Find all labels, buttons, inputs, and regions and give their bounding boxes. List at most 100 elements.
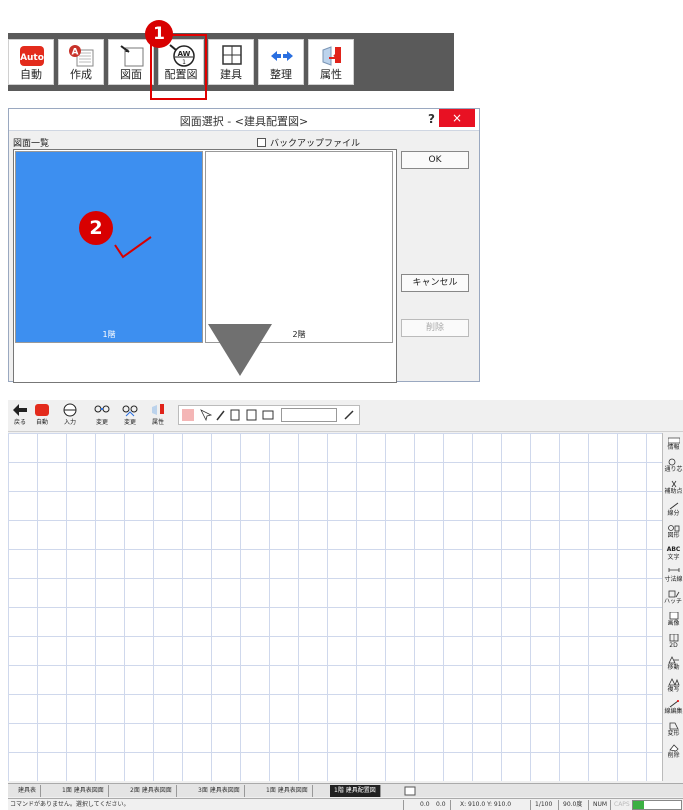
arrange-icon [269, 44, 295, 68]
app-attribute-button[interactable]: 属性 [148, 402, 168, 430]
thumbnail-floor-2[interactable]: 2階 [205, 151, 393, 343]
layer-combo[interactable] [281, 408, 337, 422]
arrange-button[interactable]: 整理 [258, 39, 304, 85]
image-button[interactable]: 画像 [664, 611, 683, 631]
grid-line-button[interactable]: 通り芯 [664, 457, 683, 477]
help-button[interactable]: ? [428, 112, 435, 126]
image-icon [669, 612, 678, 620]
app-auto-button[interactable]: 自動 [32, 402, 52, 430]
line-edit-button[interactable]: 線編集 [664, 699, 683, 719]
2d-icon [669, 634, 678, 642]
change-icon [94, 405, 110, 413]
dialog-titlebar: 図面選択 - <建具配置図> ? × [9, 109, 479, 131]
status-coord-1: 0.0 [420, 801, 430, 808]
settings-icon[interactable] [343, 409, 355, 421]
line-button[interactable]: 線分 [664, 501, 683, 521]
input-icon [63, 403, 77, 417]
status-xy: X: 910.0 Y: 910.0 [460, 801, 512, 808]
copy-label: 複写 [667, 686, 680, 693]
drawing-thumbnail-list: 1階 2階 [13, 149, 397, 383]
arrange-label: 整理 [270, 68, 292, 81]
fitting-button[interactable]: 建具 [208, 39, 254, 85]
drawing-button[interactable]: 図面 [108, 39, 154, 85]
sheet-tab[interactable]: 建具表 [14, 785, 42, 797]
attribute-button[interactable]: 属性 [308, 39, 354, 85]
sheet-tab[interactable]: 1面 建具表図面 [262, 785, 313, 797]
ruler-icon [667, 437, 680, 444]
transform-button[interactable]: 変形 [664, 721, 683, 741]
status-caps: CAPS [614, 801, 630, 808]
shape-button[interactable]: 図形 [664, 523, 683, 543]
hatching-button[interactable]: ハッチング [664, 589, 683, 609]
line-edit-icon [669, 700, 679, 708]
app-window: 戻る 自動 入力 変更 変更 属性 情報 通り芯 補助点 線分 図形 ABC 文… [8, 400, 683, 810]
aux-point-button[interactable]: 補助点 [664, 479, 683, 499]
delete-tool-button[interactable]: 削除 [664, 743, 683, 763]
status-scale: 1/100 [535, 801, 553, 808]
transform-label: 変形 [667, 730, 680, 737]
grid-line-label: 通り芯 [664, 466, 683, 473]
create-button[interactable]: A 作成 [58, 39, 104, 85]
input-label: 入力 [63, 419, 76, 426]
status-coord-2: 0.0 [436, 801, 446, 808]
checkbox-icon [257, 138, 266, 147]
drawing-canvas[interactable] [8, 433, 662, 781]
auto-icon-text: Auto [20, 53, 44, 63]
sheet-tab[interactable]: 1面 建具表図面 [58, 785, 109, 797]
back-arrow-icon [13, 404, 27, 416]
auto-button[interactable]: Auto 自動 [8, 39, 54, 85]
cancel-button[interactable]: キャンセル [401, 274, 469, 292]
change-label-2: 変更 [123, 419, 136, 426]
delete-button[interactable]: 削除 [401, 319, 469, 337]
new-sheet-icon[interactable] [404, 786, 416, 796]
change-button-2[interactable]: 変更 [120, 402, 140, 430]
backup-file-checkbox[interactable]: バックアップファイル [257, 136, 360, 149]
cross-icon [671, 480, 676, 488]
grid-line-icon [668, 458, 675, 466]
copy-button[interactable]: 複写 [664, 677, 683, 697]
ok-button[interactable]: OK [401, 151, 469, 169]
auto-icon: Auto [19, 44, 45, 68]
change-button-1[interactable]: 変更 [92, 402, 112, 430]
svg-text:A: A [72, 48, 79, 58]
text-button[interactable]: ABC 文字 [664, 545, 683, 565]
sheet-tab[interactable]: 3面 建具表図面 [194, 785, 245, 797]
change-label-1: 変更 [95, 419, 108, 426]
move-button[interactable]: 移動 [664, 655, 683, 675]
fitting-label: 建具 [220, 68, 242, 81]
main-toolbar: Auto 自動 A 作成 図面 AW 1 配置図 建具 整理 属性 [8, 33, 454, 91]
back-button[interactable]: 戻る [10, 402, 30, 430]
close-button[interactable]: × [439, 109, 475, 127]
thumbnail-caption: 1階 [102, 330, 116, 339]
app-attribute-label: 属性 [151, 419, 164, 426]
sheet-tab-bar: 建具表 1面 建具表図面 2面 建具表図面 3面 建具表図面 1面 建具表図面 … [8, 783, 683, 797]
move-label: 移動 [667, 664, 680, 671]
eraser-icon [668, 744, 679, 752]
delete-tool-label: 削除 [667, 752, 680, 759]
sheet-tab[interactable]: 2面 建具表図面 [126, 785, 177, 797]
dimension-icon [668, 568, 679, 572]
info-button[interactable]: 情報 [664, 435, 683, 455]
attribute-icon [319, 44, 345, 68]
dimension-label: 寸法線 [664, 576, 683, 583]
create-label: 作成 [70, 68, 92, 81]
aux-point-label: 補助点 [664, 488, 683, 495]
input-button[interactable]: 入力 [60, 402, 80, 430]
sub-toolbar-icons [182, 409, 274, 422]
right-toolbar: 情報 通り芯 補助点 線分 図形 ABC文字 寸法線 ハッチング 画像 2D 移… [662, 433, 683, 781]
drawing-list-label: 図面一覧 [13, 139, 50, 149]
progress-bar [632, 800, 682, 810]
hatching-icon [668, 590, 679, 598]
back-label: 戻る [13, 419, 26, 426]
sheet-tab-active[interactable]: 1階 建具配置図 [330, 785, 381, 797]
drawing-icon [119, 44, 145, 68]
status-num: NUM [593, 801, 608, 808]
dimension-button[interactable]: 寸法線 [664, 567, 683, 587]
image-label: 画像 [667, 620, 680, 627]
status-message: コマンドがありません。選択してください。 [10, 801, 130, 808]
2d-label: 2D [669, 642, 678, 649]
thumbnail-floor-1[interactable]: 1階 [15, 151, 203, 343]
copy-icon [667, 678, 680, 686]
2d-button[interactable]: 2D [664, 633, 683, 653]
attribute-icon [152, 404, 164, 415]
